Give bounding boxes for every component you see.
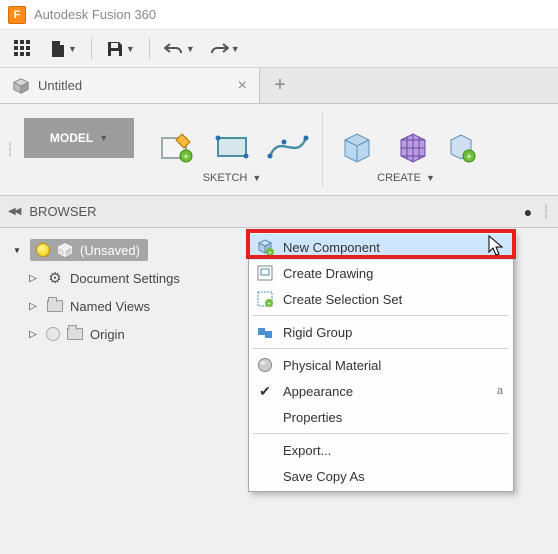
app-title: Autodesk Fusion 360 (34, 7, 156, 22)
visibility-bulb-icon[interactable] (46, 327, 60, 341)
svg-text:+: + (267, 301, 271, 307)
ctx-export[interactable]: Export... (249, 437, 513, 463)
ctx-save-copy-as[interactable]: Save Copy As (249, 463, 513, 489)
expand-toggle[interactable] (26, 271, 40, 285)
create-form-button[interactable] (391, 124, 435, 168)
tree-label: Named Views (70, 299, 150, 314)
create-derive-button[interactable]: + (447, 124, 477, 168)
ribbon-group-sketch: + SKETCH▼ (144, 104, 320, 184)
tree-label: Document Settings (70, 271, 180, 286)
new-component-icon: + (255, 237, 275, 257)
context-menu: + New Component Create Drawing + Create … (248, 231, 514, 492)
ribbon-handle[interactable]: ┆ (0, 104, 20, 195)
file-menu-button[interactable]: ▼ (50, 36, 77, 62)
ctx-shortcut: a (497, 385, 503, 397)
folder-icon (46, 297, 64, 315)
workspace-switcher[interactable]: MODEL ▼ (24, 118, 134, 158)
document-tab[interactable]: Untitled × (0, 68, 260, 103)
chevron-down-icon: ▼ (99, 133, 108, 143)
ribbon-group-label[interactable]: CREATE▼ (377, 172, 435, 184)
grid-menu-button[interactable] (10, 36, 36, 62)
browser-panel-header: ◀◀ BROWSER ● ┆ (0, 196, 558, 228)
browser-tree: (Unsaved) ⚙ Document Settings Named View… (0, 228, 558, 348)
ctx-create-drawing[interactable]: Create Drawing (249, 260, 513, 286)
ctx-label: Save Copy As (283, 469, 503, 484)
ctx-create-selection-set[interactable]: + Create Selection Set (249, 286, 513, 312)
save-button[interactable]: ▼ (106, 36, 135, 62)
collapse-panel-button[interactable]: ◀◀ (8, 206, 19, 217)
ribbon-group-label[interactable]: SKETCH▼ (203, 172, 262, 184)
ribbon-group-create: + CREATE▼ (325, 104, 487, 184)
folder-icon (66, 325, 84, 343)
ctx-physical-material[interactable]: Physical Material (249, 352, 513, 378)
expand-toggle[interactable] (26, 299, 40, 313)
ctx-label: Appearance (283, 384, 489, 399)
cube-icon (12, 77, 30, 95)
ribbon-toolbar: ┆ MODEL ▼ + SKETCH▼ (0, 104, 558, 196)
svg-text:+: + (466, 152, 472, 163)
browser-title: BROWSER (29, 204, 96, 219)
menu-separator (253, 315, 509, 316)
ctx-label: New Component (283, 240, 503, 255)
app-icon: F (8, 6, 26, 24)
ctx-label: Export... (283, 443, 503, 458)
tab-close-button[interactable]: × (238, 77, 247, 95)
checkmark-icon: ✔ (255, 381, 275, 401)
create-sketch-button[interactable]: + (154, 124, 198, 168)
tree-label: Origin (90, 327, 125, 342)
material-icon (255, 355, 275, 375)
ctx-properties[interactable]: Properties (249, 404, 513, 430)
panel-options-button[interactable]: ● (524, 204, 532, 220)
svg-text:+: + (268, 250, 272, 256)
panel-drag-handle[interactable]: ┆ (542, 204, 550, 220)
component-icon (56, 241, 74, 259)
rigid-group-icon (255, 322, 275, 342)
chevron-down-icon: ▼ (186, 44, 195, 54)
blank-icon (255, 407, 275, 427)
expand-toggle[interactable] (26, 327, 40, 341)
ctx-label: Create Selection Set (283, 292, 503, 307)
menu-separator (253, 433, 509, 434)
expand-toggle[interactable] (10, 243, 24, 257)
menu-separator (253, 348, 509, 349)
separator (91, 38, 92, 60)
svg-text:+: + (183, 152, 189, 163)
chevron-down-icon: ▼ (231, 44, 240, 54)
separator (322, 112, 323, 187)
document-tabstrip: Untitled × + (0, 68, 558, 104)
drawing-icon (255, 263, 275, 283)
gear-icon: ⚙ (46, 269, 64, 287)
sketch-rectangle-button[interactable] (210, 124, 254, 168)
ctx-label: Properties (283, 410, 503, 425)
new-tab-button[interactable]: + (260, 68, 300, 103)
redo-button[interactable]: ▼ (209, 36, 240, 62)
title-bar: F Autodesk Fusion 360 (0, 0, 558, 30)
ctx-rigid-group[interactable]: Rigid Group (249, 319, 513, 345)
ctx-label: Physical Material (283, 358, 503, 373)
quick-access-toolbar: ▼ ▼ ▼ ▼ (0, 30, 558, 68)
tree-root-label: (Unsaved) (80, 243, 140, 258)
chevron-down-icon: ▼ (126, 44, 135, 54)
blank-icon (255, 440, 275, 460)
separator (149, 38, 150, 60)
blank-icon (255, 466, 275, 486)
sketch-spline-button[interactable] (266, 124, 310, 168)
ctx-label: Rigid Group (283, 325, 503, 340)
create-box-button[interactable] (335, 124, 379, 168)
tab-title: Untitled (38, 78, 230, 93)
selection-set-icon: + (255, 289, 275, 309)
chevron-down-icon: ▼ (68, 44, 77, 54)
undo-button[interactable]: ▼ (164, 36, 195, 62)
ctx-appearance[interactable]: ✔ Appearance a (249, 378, 513, 404)
visibility-bulb-icon[interactable] (36, 243, 50, 257)
ctx-label: Create Drawing (283, 266, 503, 281)
workspace-label: MODEL (50, 131, 93, 145)
ctx-new-component[interactable]: + New Component (249, 234, 513, 260)
